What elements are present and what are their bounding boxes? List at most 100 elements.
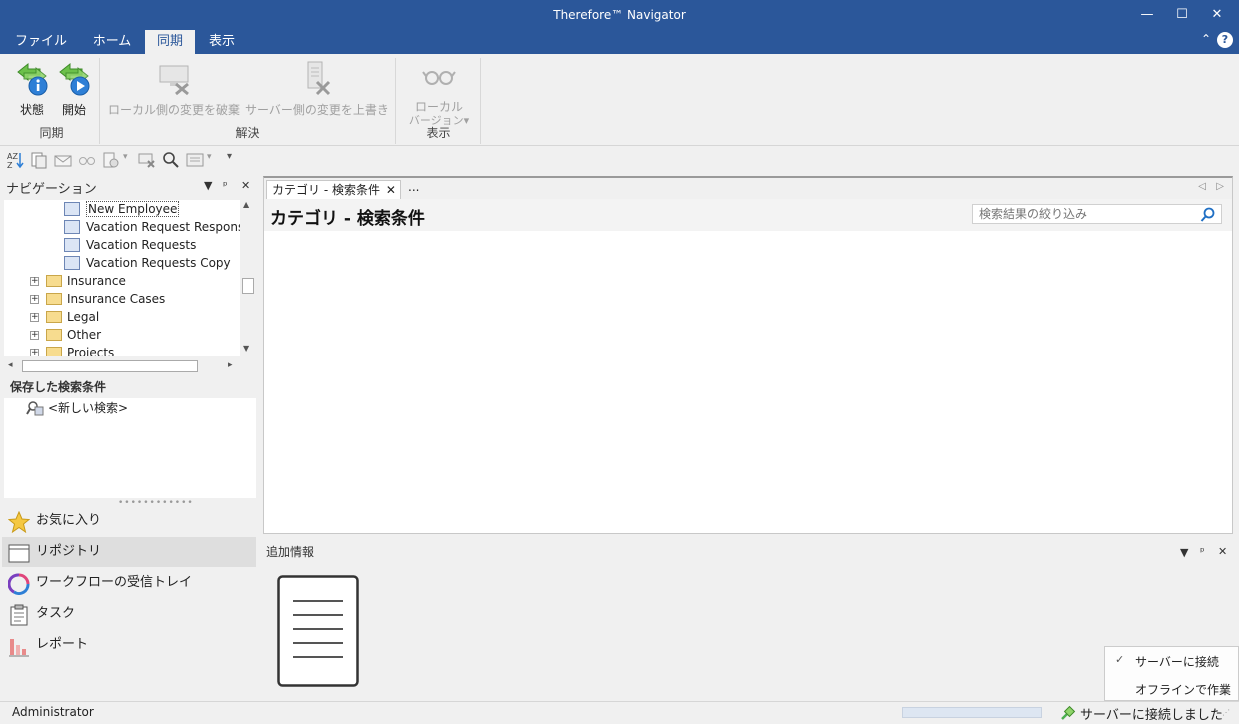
ribbon-group-resolve: ローカル側の変更を破棄 サーバー側の変更を上書き 解決 bbox=[100, 58, 396, 144]
tree-horizontal-scrollbar[interactable]: ◂ ▸ bbox=[4, 358, 256, 374]
overwrite-server-label: サーバー側の変更を上書き bbox=[245, 103, 389, 117]
nav-item-reports[interactable]: レポート bbox=[2, 630, 256, 660]
status-button[interactable]: 状態 bbox=[12, 60, 52, 118]
category-icon bbox=[64, 220, 80, 234]
ribbon-group-label-sync: 同期 bbox=[39, 126, 64, 140]
nav-item-tasks[interactable]: タスク bbox=[2, 599, 256, 629]
document-tab-category-search[interactable]: カテゴリ - 検索条件 ✕ bbox=[266, 180, 401, 199]
scroll-up-icon[interactable]: ▲ bbox=[243, 200, 249, 209]
close-window-button[interactable]: ✕ bbox=[1202, 4, 1232, 26]
plug-connected-icon[interactable] bbox=[1059, 704, 1077, 722]
scrollbar-thumb[interactable] bbox=[22, 360, 198, 372]
search-icon[interactable] bbox=[162, 151, 180, 169]
check-icon: ✓ bbox=[1115, 653, 1125, 666]
scrollbar-thumb[interactable] bbox=[242, 278, 254, 294]
navigation-panel: ナビゲーション ▼ ᵖ ✕ New Employee Vacation Requ… bbox=[2, 176, 258, 700]
dropdown-arrow-icon[interactable]: ▾ bbox=[207, 152, 225, 170]
scroll-tabs-left-icon[interactable]: ◁ bbox=[1198, 181, 1206, 192]
tab-view[interactable]: 表示 bbox=[198, 30, 246, 54]
scan-icon[interactable] bbox=[186, 151, 204, 169]
maximize-button[interactable]: ☐ bbox=[1167, 4, 1197, 26]
tab-file[interactable]: ファイル bbox=[6, 30, 76, 54]
scroll-right-icon[interactable]: ▸ bbox=[228, 360, 233, 370]
menu-item-connect-server[interactable]: サーバーに接続 bbox=[1135, 653, 1219, 670]
search-icon[interactable] bbox=[1200, 207, 1216, 223]
close-tab-icon[interactable]: ✕ bbox=[386, 181, 396, 199]
document-preview-icon bbox=[277, 575, 359, 687]
folder-icon bbox=[46, 275, 62, 287]
tree-node-legal[interactable]: + Legal bbox=[30, 308, 99, 326]
tab-sync[interactable]: 同期 bbox=[145, 30, 195, 54]
folder-icon bbox=[46, 329, 62, 341]
scroll-tabs-right-icon[interactable]: ▷ bbox=[1216, 181, 1224, 192]
saved-search-label: <新しい検索> bbox=[48, 401, 129, 415]
close-panel-icon[interactable]: ✕ bbox=[1218, 545, 1227, 558]
document-tabstrip: カテゴリ - 検索条件 ✕ ... ◁ ▷ bbox=[264, 178, 1232, 199]
overwrite-server-button[interactable]: サーバー側の変更を上書き bbox=[244, 60, 390, 118]
folder-icon bbox=[46, 311, 62, 323]
discard-local-button[interactable]: ローカル側の変更を破棄 bbox=[106, 60, 242, 118]
expand-icon[interactable]: + bbox=[30, 295, 39, 304]
folder-icon bbox=[46, 293, 62, 305]
star-icon bbox=[8, 511, 30, 533]
ribbon-tabs: ファイル ホーム 同期 表示 bbox=[0, 30, 1239, 54]
panel-menu-icon[interactable]: ▼ bbox=[1180, 546, 1188, 559]
expand-icon[interactable]: + bbox=[30, 349, 39, 356]
tree-node-vacation-requests-copy[interactable]: Vacation Requests Copy bbox=[64, 254, 231, 272]
document-tab-label: カテゴリ - 検索条件 bbox=[272, 183, 380, 197]
email-icon[interactable] bbox=[54, 151, 72, 169]
nav-item-workflow-inbox[interactable]: ワークフローの受信トレイ bbox=[2, 568, 256, 598]
glasses-small-icon[interactable] bbox=[78, 151, 96, 169]
tree-node-vacation-request-responses[interactable]: Vacation Request Responses bbox=[64, 218, 256, 236]
tab-home[interactable]: ホーム bbox=[82, 30, 142, 54]
panel-menu-icon[interactable]: ▼ bbox=[204, 179, 212, 192]
discard-local-icon bbox=[159, 65, 189, 96]
sort-icon[interactable]: AZZ bbox=[7, 151, 25, 169]
customize-toolbar-icon[interactable]: ▾ bbox=[227, 151, 245, 169]
resize-grip-icon[interactable]: ⋰ bbox=[1222, 708, 1230, 717]
ribbon-group-view: ローカル バージョン▾ 表示 bbox=[397, 58, 481, 144]
ribbon: 状態 開始 同期 ローカル側の変更を破棄 サーバー側の変更を上書き 解決 ローカ… bbox=[0, 54, 1239, 146]
ribbon-controls: ⌃? bbox=[1201, 32, 1233, 48]
nav-item-repository[interactable]: リポジトリ bbox=[2, 537, 256, 567]
help-icon[interactable]: ? bbox=[1217, 32, 1233, 48]
menu-item-work-offline[interactable]: オフラインで作業 bbox=[1135, 681, 1231, 698]
additional-info-panel: 追加情報 ▼ ᵖ ✕ bbox=[263, 540, 1233, 700]
close-panel-icon[interactable]: ✕ bbox=[241, 179, 250, 192]
document-options-icon[interactable] bbox=[102, 151, 120, 169]
connection-status[interactable]: サーバーに接続しました bbox=[1080, 704, 1223, 723]
tree-node-new-employee[interactable]: New Employee bbox=[64, 200, 180, 218]
tree-label: Legal bbox=[67, 310, 100, 324]
start-label: 開始 bbox=[61, 103, 86, 117]
local-version-label-line1: ローカル bbox=[414, 100, 463, 114]
copy-document-icon[interactable] bbox=[30, 151, 48, 169]
navigation-title: ナビゲーション bbox=[6, 182, 97, 197]
pin-icon[interactable]: ᵖ bbox=[1200, 545, 1205, 558]
pin-icon[interactable]: ᵖ bbox=[223, 179, 228, 192]
scroll-down-icon[interactable]: ▼ bbox=[243, 344, 249, 353]
local-version-button[interactable]: ローカル バージョン▾ bbox=[401, 60, 477, 127]
collapse-ribbon-icon[interactable]: ⌃ bbox=[1201, 32, 1211, 46]
additional-info-title: 追加情報 bbox=[266, 545, 315, 559]
more-tabs-button[interactable]: ... bbox=[408, 180, 419, 194]
quick-access-toolbar: AZ Z ▾ ▾ ▾ bbox=[0, 147, 1239, 173]
minimize-button[interactable]: — bbox=[1132, 4, 1162, 26]
filter-results-input[interactable] bbox=[972, 204, 1222, 224]
expand-icon[interactable]: + bbox=[30, 331, 39, 340]
expand-icon[interactable]: + bbox=[30, 313, 39, 322]
tree-node-vacation-requests[interactable]: Vacation Requests bbox=[64, 236, 196, 254]
expand-icon[interactable]: + bbox=[30, 277, 39, 286]
remove-icon[interactable] bbox=[138, 151, 156, 169]
tree-vertical-scrollbar[interactable]: ▲ ▼ bbox=[240, 200, 256, 356]
saved-search-item[interactable]: <新しい検索> bbox=[26, 398, 128, 418]
tree-node-insurance[interactable]: + Insurance bbox=[30, 272, 126, 290]
tree-node-other[interactable]: + Other bbox=[30, 326, 101, 344]
scroll-left-icon[interactable]: ◂ bbox=[8, 360, 13, 370]
nav-item-favorites[interactable]: お気に入り bbox=[2, 506, 256, 536]
sync-status-icon bbox=[17, 62, 48, 96]
tree-node-projects[interactable]: + Projects bbox=[30, 344, 114, 356]
overwrite-server-icon bbox=[307, 61, 331, 96]
start-button[interactable]: 開始 bbox=[54, 60, 94, 118]
tree-node-insurance-cases[interactable]: + Insurance Cases bbox=[30, 290, 165, 308]
workflow-icon bbox=[8, 573, 30, 595]
